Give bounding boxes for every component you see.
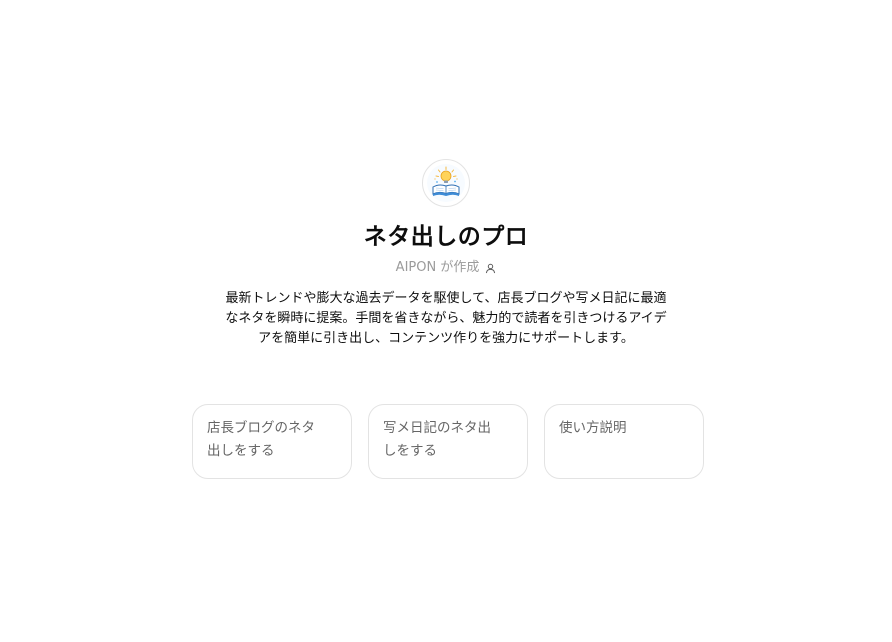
starter-label: 写メ日記のネタ出しをする bbox=[383, 420, 491, 459]
gpt-avatar bbox=[422, 159, 470, 207]
author-label: AIPON が作成 bbox=[395, 260, 480, 275]
starter-label: 店長ブログのネタ出しをする bbox=[207, 420, 315, 459]
book-lightbulb-icon bbox=[427, 164, 465, 202]
person-icon[interactable] bbox=[485, 263, 496, 274]
conversation-starters: 店長ブログのネタ出しをする 写メ日記のネタ出しをする 使い方説明 bbox=[192, 404, 704, 479]
starter-button-how-to-use[interactable]: 使い方説明 bbox=[544, 404, 704, 479]
starter-label: 使い方説明 bbox=[559, 420, 627, 436]
gpt-description: 最新トレンドや膨大な過去データを駆使して、店長ブログや写メ日記に最適なネタを瞬時… bbox=[225, 291, 667, 346]
starter-button-photo-diary[interactable]: 写メ日記のネタ出しをする bbox=[368, 404, 528, 479]
starter-button-blog[interactable]: 店長ブログのネタ出しをする bbox=[192, 404, 352, 479]
gpt-author: AIPON が作成 bbox=[396, 259, 497, 277]
gpt-header: ネタ出しのプロ AIPON が作成 最新トレンドや膨大な過去データを駆使して、店… bbox=[0, 159, 892, 349]
gpt-title: ネタ出しのプロ bbox=[363, 224, 529, 250]
gpt-landing: ネタ出しのプロ AIPON が作成 最新トレンドや膨大な過去データを駆使して、店… bbox=[0, 0, 892, 642]
